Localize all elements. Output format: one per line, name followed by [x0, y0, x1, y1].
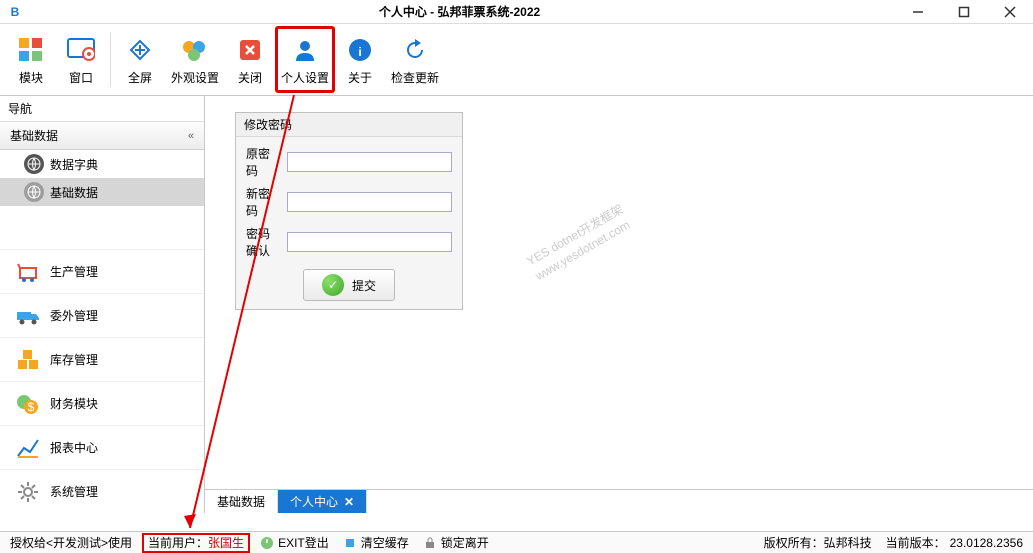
coins-icon: $ — [16, 392, 40, 416]
sidebar-outsource-label: 委外管理 — [50, 307, 98, 324]
sidebar-item-base[interactable]: 基础数据 — [0, 178, 204, 206]
panel-title: 修改密码 — [236, 113, 462, 137]
sidebar-header: 导航 — [0, 96, 204, 122]
status-bar: 授权给<开发测试>使用 当前用户： 张国生 EXIT登出 清空缓存 锁定离开 版… — [0, 531, 1033, 553]
tab-profile-label: 个人中心 — [290, 493, 338, 510]
exit-button[interactable]: EXIT登出 — [256, 534, 333, 551]
module-button[interactable]: 模块 — [6, 26, 56, 93]
toolbar-separator — [110, 32, 111, 87]
palette-icon — [179, 34, 211, 66]
sidebar-group-label: 基础数据 — [10, 127, 58, 144]
globe-dark-icon — [24, 154, 44, 174]
lock-icon — [423, 536, 437, 550]
nav-sidebar: 导航 基础数据 « 数据字典 基础数据 生产管理 委外管理 库存管理 $ 财务模… — [0, 96, 205, 513]
app-logo-icon: B — [6, 3, 24, 21]
main-toolbar: 模块 窗口 全屏 外观设置 关闭 个人设置 i 关于 检查更新 — [0, 24, 1033, 96]
current-user-group: 当前用户： 张国生 — [142, 533, 250, 553]
tab-profile[interactable]: 个人中心 ✕ — [278, 490, 367, 513]
sidebar-item-dict[interactable]: 数据字典 — [0, 150, 204, 178]
sidebar-dict-label: 数据字典 — [50, 156, 98, 173]
sidebar-section-report[interactable]: 报表中心 — [0, 425, 204, 469]
boxes-icon — [16, 348, 40, 372]
profile-button[interactable]: 个人设置 — [275, 26, 335, 93]
sidebar-finance-label: 财务模块 — [50, 395, 98, 412]
clear-label: 清空缓存 — [361, 534, 409, 551]
grid-icon — [15, 34, 47, 66]
screen-icon — [65, 34, 97, 66]
gear-icon — [16, 480, 40, 504]
fullscreen-button[interactable]: 全屏 — [115, 26, 165, 93]
close-icon — [234, 34, 266, 66]
sidebar-section-prod[interactable]: 生产管理 — [0, 249, 204, 293]
lock-button[interactable]: 锁定离开 — [419, 534, 493, 551]
svg-text:$: $ — [28, 400, 35, 414]
submit-button[interactable]: ✓ 提交 — [303, 269, 395, 301]
copyright-text: 版权所有：弘邦科技 — [760, 534, 876, 551]
old-password-input[interactable] — [287, 152, 452, 172]
sidebar-section-inventory[interactable]: 库存管理 — [0, 337, 204, 381]
fullscreen-label: 全屏 — [128, 69, 152, 86]
current-user-label: 当前用户： — [148, 534, 208, 551]
info-icon: i — [344, 34, 376, 66]
watermark: YES dotnet开发框架 www.yesdotnet.com — [524, 201, 635, 284]
person-icon — [289, 34, 321, 66]
sidebar-section-finance[interactable]: $ 财务模块 — [0, 381, 204, 425]
window-button[interactable]: 窗口 — [56, 26, 106, 93]
sidebar-section-outsource[interactable]: 委外管理 — [0, 293, 204, 337]
version-label: 当前版本： — [886, 534, 946, 551]
globe-icon — [24, 182, 44, 202]
profile-label: 个人设置 — [281, 69, 329, 86]
check-update-label: 检查更新 — [391, 69, 439, 86]
window-label: 窗口 — [69, 69, 93, 86]
sidebar-inventory-label: 库存管理 — [50, 351, 98, 368]
check-update-button[interactable]: 检查更新 — [385, 26, 445, 93]
maximize-button[interactable] — [941, 0, 987, 24]
sidebar-group-base[interactable]: 基础数据 « — [0, 122, 204, 150]
lock-label: 锁定离开 — [441, 534, 489, 551]
main-content: 修改密码 原密码 新密码 密码确认 ✓ 提交 — [205, 96, 1033, 513]
current-user-name: 张国生 — [208, 534, 244, 551]
tab-close-icon[interactable]: ✕ — [344, 495, 354, 509]
cart-icon — [16, 260, 40, 284]
license-text: 授权给<开发测试>使用 — [6, 534, 136, 551]
chevron-double-left-icon: « — [188, 130, 194, 142]
chart-icon — [16, 436, 40, 460]
module-label: 模块 — [19, 69, 43, 86]
new-password-input[interactable] — [287, 192, 452, 212]
sidebar-prod-label: 生产管理 — [50, 263, 98, 280]
refresh-icon — [399, 34, 431, 66]
tab-base-label: 基础数据 — [217, 493, 265, 510]
submit-label: 提交 — [352, 277, 376, 294]
exit-icon — [260, 536, 274, 550]
version-group: 当前版本： 23.0128.2356 — [882, 534, 1027, 551]
new-password-label: 新密码 — [246, 185, 281, 219]
appearance-button[interactable]: 外观设置 — [165, 26, 225, 93]
sidebar-section-system[interactable]: 系统管理 — [0, 469, 204, 513]
change-password-panel: 修改密码 原密码 新密码 密码确认 ✓ 提交 — [235, 112, 463, 310]
close-button[interactable]: 关闭 — [225, 26, 275, 93]
clear-cache-button[interactable]: 清空缓存 — [339, 534, 413, 551]
sidebar-base-label: 基础数据 — [50, 184, 98, 201]
tab-base[interactable]: 基础数据 — [205, 490, 278, 513]
confirm-password-label: 密码确认 — [246, 225, 281, 259]
sidebar-system-label: 系统管理 — [50, 483, 98, 500]
sidebar-report-label: 报表中心 — [50, 439, 98, 456]
version-value: 23.0128.2356 — [950, 536, 1023, 550]
minimize-button[interactable] — [895, 0, 941, 24]
check-icon: ✓ — [322, 274, 344, 296]
broom-icon — [343, 536, 357, 550]
close-label: 关闭 — [238, 69, 262, 86]
old-password-label: 原密码 — [246, 145, 281, 179]
expand-icon — [124, 34, 156, 66]
appearance-label: 外观设置 — [171, 69, 219, 86]
svg-text:i: i — [358, 45, 361, 59]
content-tabs: 基础数据 个人中心 ✕ — [205, 489, 1033, 513]
close-window-button[interactable] — [987, 0, 1033, 24]
about-label: 关于 — [348, 69, 372, 86]
about-button[interactable]: i 关于 — [335, 26, 385, 93]
truck-icon — [16, 304, 40, 328]
exit-label: EXIT登出 — [278, 534, 329, 551]
confirm-password-input[interactable] — [287, 232, 452, 252]
window-title: 个人中心 - 弘邦菲票系统-2022 — [24, 3, 895, 20]
